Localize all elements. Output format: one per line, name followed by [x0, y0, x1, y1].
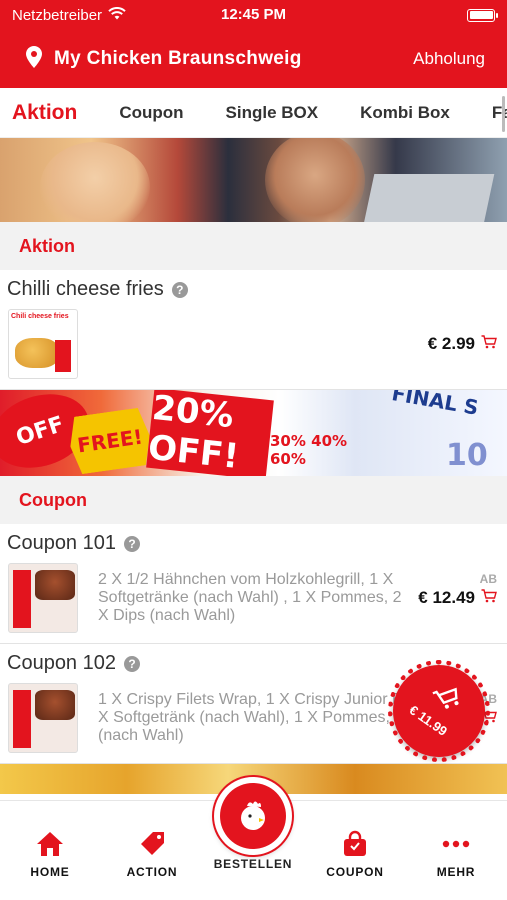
app-header: My Chicken Braunschweig Abholung — [0, 30, 507, 88]
item-title: Chilli cheese fries — [7, 278, 164, 300]
nav-coupon-label: COUPON — [326, 865, 384, 879]
more-dots-icon — [416, 829, 496, 859]
cart-icon — [481, 334, 497, 354]
menu-item[interactable]: Chilli cheese fries ? Chili cheese fries… — [0, 270, 507, 390]
item-title: Coupon 102 — [7, 652, 116, 674]
sticker-percents: 30% 40% 60% — [270, 432, 348, 468]
chicken-logo-icon — [220, 783, 286, 849]
add-to-cart-button[interactable]: € 2.99 — [428, 334, 497, 354]
tab-aktion[interactable]: Aktion — [12, 101, 77, 125]
floating-cart-button[interactable]: € 11.99 — [388, 660, 490, 762]
nav-home[interactable]: HOME — [10, 829, 90, 879]
sticker-100: 10 — [446, 438, 488, 473]
store-title: My Chicken Braunschweig — [54, 48, 302, 69]
nav-home-label: HOME — [30, 865, 70, 879]
order-button-label: BESTELLEN — [213, 857, 293, 871]
cart-icon — [481, 588, 497, 608]
top-bar: Netzbetreiber 12:45 PM My Chicken Brauns… — [0, 0, 507, 88]
help-icon[interactable]: ? — [123, 535, 140, 552]
clock: 12:45 PM — [220, 6, 287, 23]
tag-icon — [112, 829, 192, 859]
banner-person-man — [265, 138, 365, 222]
item-price: € 2.99 — [427, 334, 475, 353]
sticker-free: FREE! — [66, 407, 153, 476]
nav-more[interactable]: MEHR — [416, 829, 496, 879]
aktion-banner-image — [0, 138, 507, 222]
help-icon[interactable]: ? — [123, 655, 140, 672]
tabs-scroll-indicator — [502, 96, 505, 132]
bottom-nav: HOME ACTION BESTELLEN COUPON MEHR — [0, 777, 507, 900]
nav-more-label: MEHR — [436, 865, 476, 879]
tab-coupon[interactable]: Coupon — [119, 103, 183, 123]
help-icon[interactable]: ? — [171, 281, 188, 298]
wifi-icon — [108, 6, 126, 24]
order-mode-toggle[interactable]: Abholung — [413, 49, 485, 69]
nav-action[interactable]: ACTION — [112, 829, 192, 879]
item-thumbnail[interactable] — [8, 683, 78, 753]
location-pin-icon — [26, 45, 42, 73]
cart-icon — [431, 683, 465, 717]
nav-action-label: ACTION — [126, 865, 178, 879]
item-thumbnail[interactable] — [8, 563, 78, 633]
nav-coupon[interactable]: COUPON — [315, 829, 395, 879]
section-header-coupon: Coupon — [0, 476, 507, 524]
coupon-banner-image: OFF FREE! 20% OFF! FINAL S 30% 40% 60% 1… — [0, 390, 507, 476]
item-price: € 12.49 — [418, 588, 475, 607]
thumbnail-caption: Chili cheese fries — [11, 313, 69, 320]
menu-item[interactable]: Coupon 101 ? AB 2 X 1/2 Hähnchen vom Hol… — [0, 524, 507, 644]
banner-person-woman — [40, 142, 150, 222]
item-thumbnail[interactable]: Chili cheese fries — [8, 309, 78, 379]
store-selector[interactable]: My Chicken Braunschweig — [26, 45, 302, 73]
bag-icon — [315, 829, 395, 859]
order-button[interactable] — [214, 777, 292, 855]
sticker-final-sale: FINAL S — [389, 390, 481, 420]
battery-icon — [467, 8, 498, 22]
price-prefix-badge: AB — [479, 572, 497, 586]
add-to-cart-button[interactable]: € 12.49 — [418, 588, 497, 608]
section-header-aktion: Aktion — [0, 222, 507, 270]
carrier-label: Netzbetreiber — [12, 6, 103, 24]
category-tabs: Aktion Coupon Single BOX Kombi Box Fa — [0, 88, 507, 138]
item-title: Coupon 101 — [7, 532, 116, 554]
banner-laptop — [363, 174, 495, 222]
status-bar: Netzbetreiber 12:45 PM — [0, 0, 507, 30]
sticker-20-off: 20% OFF! — [146, 390, 274, 476]
tab-single-box[interactable]: Single BOX — [226, 103, 319, 123]
home-icon — [10, 829, 90, 859]
item-description: 2 X 1/2 Hähnchen vom Holzkohlegrill, 1 X… — [98, 571, 402, 624]
tab-kombi-box[interactable]: Kombi Box — [360, 103, 450, 123]
